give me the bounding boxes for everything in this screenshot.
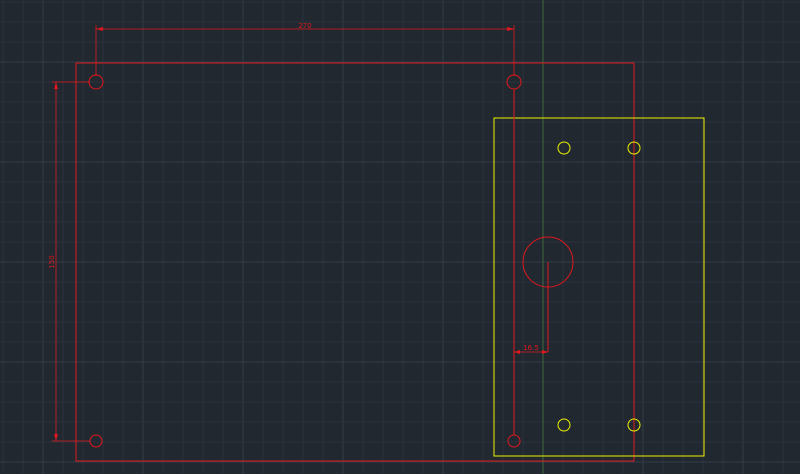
dimension-horizontal[interactable]: 270 [95, 22, 515, 76]
cad-canvas[interactable]: 270 150 16.5 [0, 0, 800, 474]
drawing-viewport[interactable]: 270 150 16.5 [0, 0, 800, 474]
hole-bottom-right[interactable] [507, 434, 521, 448]
dim-v-arrow-bottom [54, 434, 58, 441]
dim-v-label: 150 [48, 255, 56, 268]
dim-v-arrow-top [54, 82, 58, 89]
hole-bottom-left[interactable] [89, 434, 103, 448]
dim-h-arrow-right [507, 27, 514, 31]
dim-h-label: 270 [298, 22, 311, 30]
dim-offset-arrow-left [514, 350, 520, 354]
background-grid [0, 0, 800, 474]
yellow-hole-bottom-left[interactable] [557, 418, 571, 432]
dim-offset-label: 16.5 [523, 344, 539, 352]
dim-offset-arrow-right [542, 350, 548, 354]
dim-h-arrow-left [96, 27, 103, 31]
mounting-plate-outline[interactable] [493, 117, 705, 457]
yellow-hole-top-left[interactable] [557, 141, 571, 155]
